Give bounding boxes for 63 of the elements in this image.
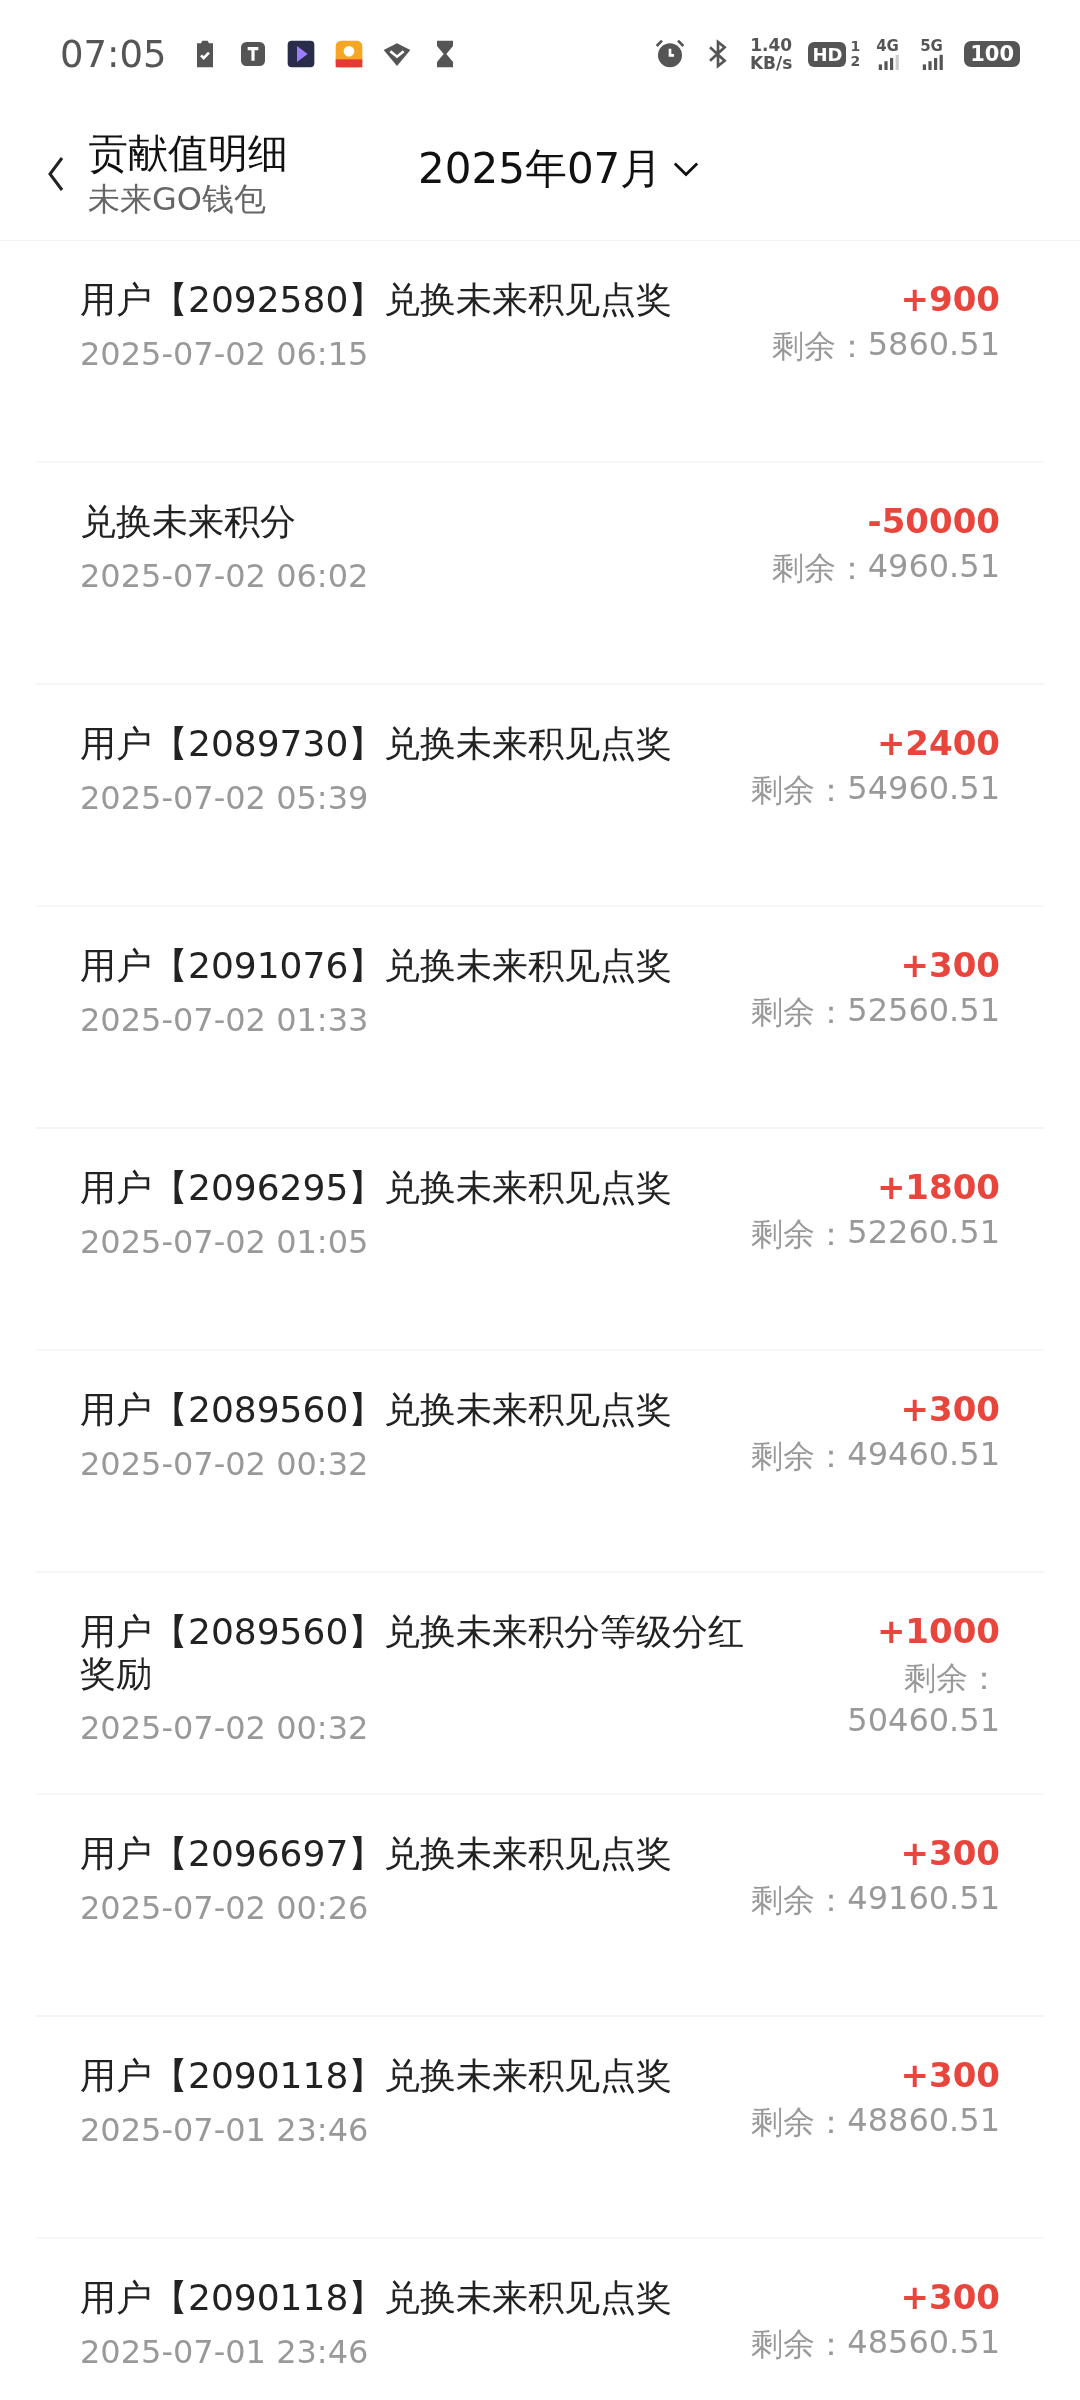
record-time: 2025-07-02 01:33: [80, 1001, 370, 1039]
network-type: 5G: [920, 38, 943, 54]
hd-badge: HD: [808, 41, 847, 67]
record-title: 用户【2091076】兑换未来积见点奖: [80, 945, 673, 987]
balance-value: 52560.51: [847, 991, 1000, 1031]
balance-label: 剩余：: [751, 2324, 848, 2365]
balance-label: 剩余：: [751, 992, 848, 1033]
record-title: 用户【2089560】兑换未来积见点奖: [80, 1389, 673, 1431]
balance-value: 49460.51: [847, 1435, 1000, 1475]
record-amount: -50000: [867, 501, 1000, 541]
balance-value: 49160.51: [847, 1879, 1000, 1919]
record-amount: +1000: [876, 1611, 1000, 1651]
sim-number: 1: [850, 39, 861, 54]
balance-value: 4960.51: [867, 547, 1000, 587]
record-title: 兑换未来积分: [80, 501, 297, 543]
sim-number: 2: [850, 54, 861, 69]
record-time: 2025-07-02 00:32: [80, 1445, 370, 1483]
record-time: 2025-07-02 05:39: [80, 779, 370, 817]
record-amount: +300: [900, 945, 1000, 985]
record-time: 2025-07-02 06:02: [80, 557, 369, 595]
balance-label: 剩余：: [751, 770, 848, 811]
balance-value: 48560.51: [847, 2323, 1000, 2363]
record-time: 2025-07-01 23:46: [80, 2333, 370, 2371]
record-amount: +300: [900, 1389, 1000, 1429]
balance-label: 剩余：: [751, 1880, 848, 1921]
record-time: 2025-07-02 00:32: [80, 1709, 370, 1747]
battery-level: 100: [964, 41, 1020, 67]
record-time: 2025-07-02 06:15: [80, 335, 370, 373]
record-amount: +2400: [876, 723, 1000, 763]
balance-value: 54960.51: [847, 769, 1000, 809]
record-amount: +300: [900, 2055, 1000, 2095]
record-time: 2025-07-01 23:46: [80, 2111, 370, 2149]
alarm-icon: [653, 38, 686, 70]
balance-label: 剩余：: [904, 1658, 1000, 1699]
network-type: 4G: [876, 38, 899, 54]
month-picker[interactable]: 2025年07月: [418, 141, 701, 197]
record-title: 用户【2089560】兑换未来积分等级分红奖励: [80, 1611, 746, 1695]
balance-label: 剩余：: [751, 1214, 848, 1255]
record-time: 2025-07-02 01:05: [80, 1223, 370, 1261]
balance-label: 剩余：: [751, 2102, 848, 2143]
balance-label: 剩余：: [771, 326, 868, 367]
record-amount: +300: [900, 2277, 1000, 2317]
net-speed: 1.40: [750, 36, 793, 54]
record-title: 用户【2092580】兑换未来积见点奖: [80, 279, 673, 321]
balance-value: 48860.51: [847, 2101, 1000, 2141]
balance-value: 5860.51: [867, 325, 1000, 365]
page-title: 贡献值明细: [88, 129, 289, 178]
record-title: 用户【2090118】兑换未来积见点奖: [80, 2277, 673, 2319]
record-title: 用户【2090118】兑换未来积见点奖: [80, 2055, 673, 2097]
record-amount: +900: [900, 279, 1000, 319]
balance-value: 52260.51: [847, 1213, 1000, 1253]
record-title: 用户【2096295】兑换未来积见点奖: [80, 1167, 673, 1209]
balance-label: 剩余：: [771, 548, 868, 589]
balance-value: 50460.51: [847, 1701, 1000, 1739]
record-amount: +1800: [876, 1167, 1000, 1207]
net-unit: KB/s: [749, 54, 793, 72]
balance-label: 剩余：: [751, 1436, 848, 1477]
record-amount: +300: [900, 1833, 1000, 1873]
record-time: 2025-07-02 00:26: [80, 1889, 370, 1927]
status-time: 07:05: [60, 32, 167, 76]
record-title: 用户【2096697】兑换未来积见点奖: [80, 1833, 673, 1875]
record-title: 用户【2089730】兑换未来积见点奖: [80, 723, 673, 765]
page-subtitle: 未来GO钱包: [88, 179, 267, 220]
